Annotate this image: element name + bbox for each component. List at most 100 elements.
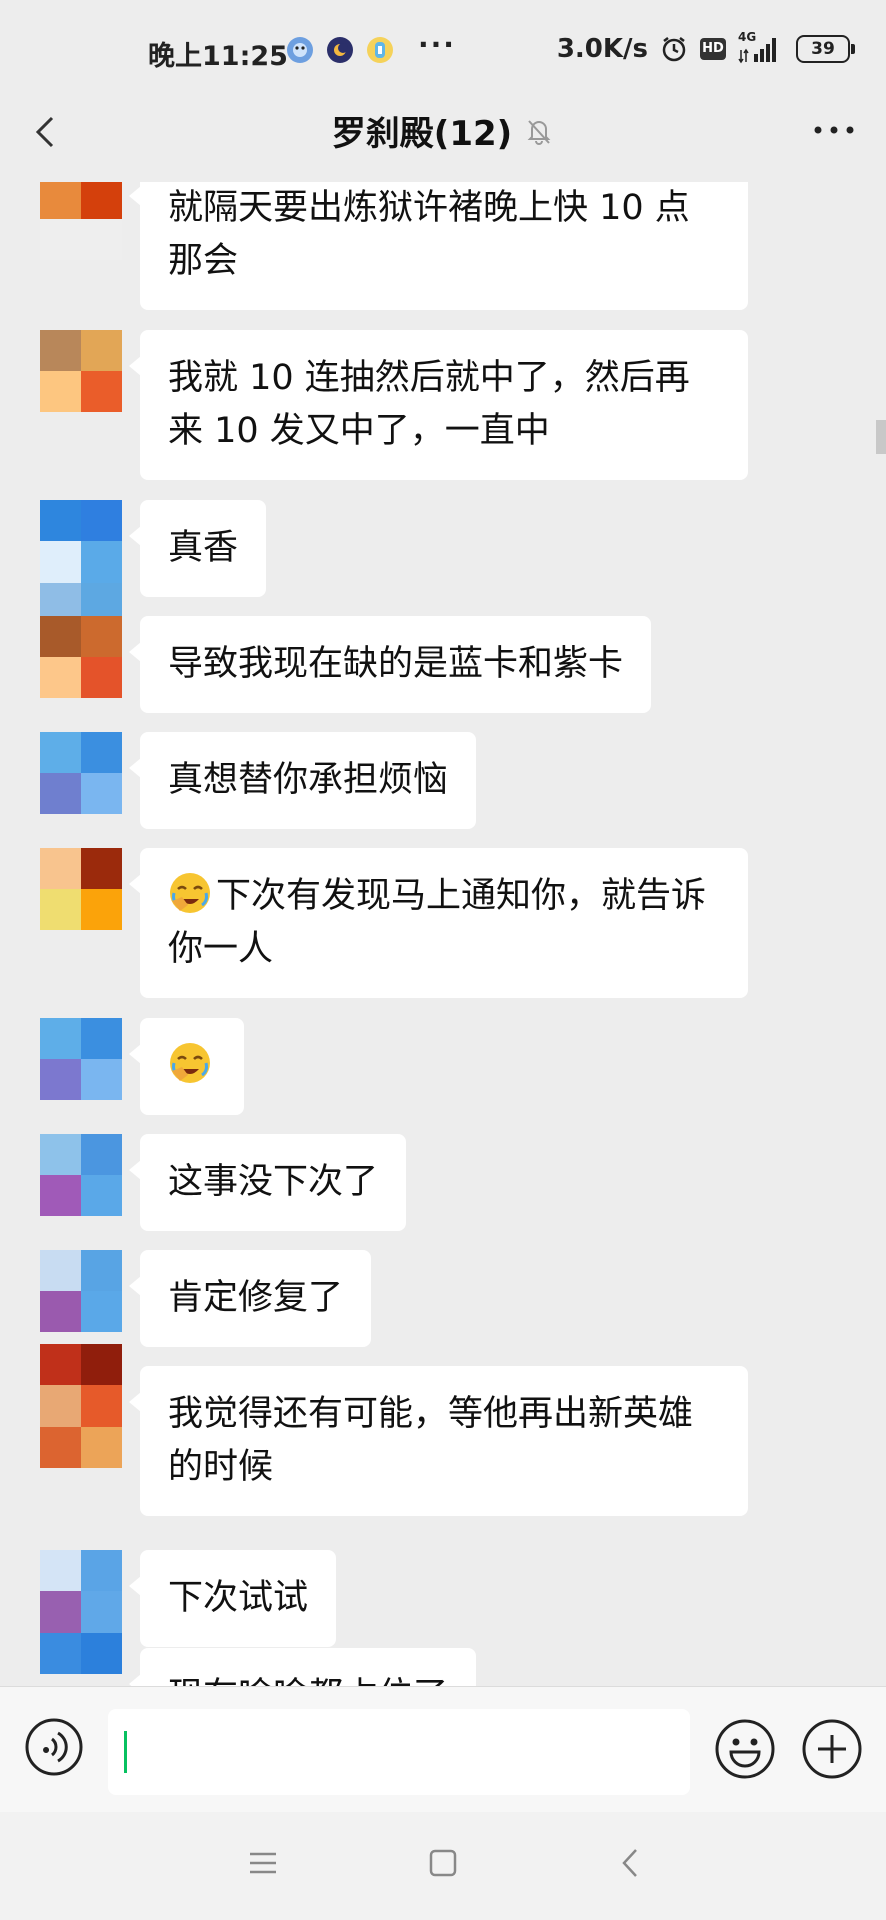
avatar-tile — [40, 1550, 81, 1592]
text-cursor — [124, 1731, 127, 1773]
avatar-tile — [40, 1426, 81, 1468]
avatar[interactable] — [40, 616, 122, 698]
avatar-tile — [81, 1591, 122, 1633]
network-speed: 3.0K/s — [556, 34, 648, 64]
message-text: 现在啥啥都占位了 — [168, 1676, 448, 1686]
avatar-tile — [40, 616, 81, 657]
avatar-tile — [40, 182, 81, 219]
avatar[interactable] — [40, 1018, 122, 1100]
avatar-tile — [81, 616, 122, 657]
avatar-tile — [81, 1550, 122, 1592]
avatar-tile — [81, 500, 122, 542]
game-app-icon — [367, 37, 393, 63]
avatar-tile — [81, 732, 122, 773]
message-text: 真想替你承担烦恼 — [168, 760, 449, 800]
message-bubble[interactable]: 导致我现在缺的是蓝卡和紫卡 — [128, 616, 652, 713]
avatar[interactable] — [40, 1550, 122, 1674]
avatar-tile — [81, 182, 122, 219]
avatar[interactable] — [40, 1250, 122, 1332]
avatar[interactable] — [40, 182, 122, 260]
message-bubble[interactable]: 现在啥啥都占位了 — [128, 1648, 477, 1686]
avatar-tile — [81, 1250, 122, 1291]
back-icon[interactable] — [616, 1846, 646, 1880]
system-navigation-bar — [0, 1812, 886, 1920]
message-bubble[interactable]: 肯定修复了 — [128, 1250, 372, 1347]
message-text: 肯定修复了 — [168, 1278, 344, 1318]
emoji-icon[interactable] — [713, 1717, 777, 1781]
avatar-tile — [40, 541, 81, 583]
avatar[interactable] — [40, 1344, 122, 1468]
chat-message-list[interactable]: 就隔天要出炼狱许褚晚上快 10 点那会 我就 10 连抽然后就中了，然后再来 1… — [0, 182, 886, 1686]
message-text: 这事没下次了 — [168, 1162, 379, 1202]
avatar-tile — [81, 219, 122, 260]
avatar-tile — [81, 1134, 122, 1175]
message-text: 下次试试 — [168, 1578, 309, 1618]
plus-icon[interactable] — [800, 1717, 864, 1781]
chat-header: 罗刹殿(12) — [0, 102, 886, 182]
avatar-tile — [40, 1175, 81, 1216]
avatar-tile — [40, 1385, 81, 1427]
avatar[interactable] — [40, 500, 122, 624]
avatar-tile — [81, 330, 122, 371]
avatar-tile — [81, 1175, 122, 1216]
message-bubble[interactable]: 就隔天要出炼狱许褚晚上快 10 点那会 — [129, 182, 748, 310]
avatar-tile — [81, 1059, 122, 1100]
chat-title-area: 罗刹殿(12) — [0, 106, 886, 155]
avatar-tile — [81, 1426, 122, 1468]
notification-icons — [286, 36, 394, 64]
avatar-tile — [81, 1291, 122, 1332]
alarm-icon — [662, 37, 686, 62]
message-input[interactable] — [108, 1709, 690, 1795]
avatar[interactable] — [40, 1134, 122, 1216]
avatar-tile — [81, 657, 122, 698]
message-text: 下次有发现马上通知你，就告诉你一人 — [168, 876, 707, 969]
avatar-tile — [40, 848, 81, 889]
avatar-tile — [81, 1385, 122, 1427]
message-bubble[interactable]: 我觉得还有可能，等他再出新英雄的时候 — [129, 1366, 748, 1516]
avatar-tile — [40, 657, 81, 698]
avatar-tile — [40, 1059, 81, 1100]
avatar-tile — [40, 330, 81, 371]
avatar-tile — [40, 1591, 81, 1633]
avatar-tile — [81, 371, 122, 412]
avatar-tile — [81, 541, 122, 583]
avatar-tile — [81, 889, 122, 930]
message-bubble[interactable]: 下次有发现马上通知你，就告诉你一人 — [129, 848, 748, 998]
moon-app-icon — [327, 37, 353, 63]
avatar[interactable] — [40, 848, 122, 930]
avatar-tile — [40, 371, 81, 412]
more-options-icon[interactable] — [812, 118, 856, 142]
avatar-tile — [40, 1632, 81, 1674]
avatar-tile — [40, 1134, 81, 1175]
avatar-tile — [40, 219, 81, 260]
avatar-tile — [40, 889, 81, 930]
avatar-tile — [40, 732, 81, 773]
message-bubble[interactable] — [129, 1018, 244, 1115]
message-text: 真香 — [168, 528, 239, 568]
avatar-tile — [40, 1018, 81, 1059]
message-bubble[interactable]: 这事没下次了 — [128, 1134, 407, 1231]
battery-indicator: 39 — [796, 35, 855, 63]
facepalm-emoji-icon — [170, 1043, 210, 1083]
avatar[interactable] — [40, 732, 122, 814]
avatar-tile — [81, 1632, 122, 1674]
avatar-tile — [40, 1250, 81, 1291]
avatar-tile — [40, 500, 81, 542]
message-bubble[interactable]: 下次试试 — [128, 1550, 337, 1647]
avatar[interactable] — [40, 330, 122, 412]
home-icon[interactable] — [428, 1848, 458, 1878]
message-bubble[interactable]: 我就 10 连抽然后就中了，然后再来 10 发又中了，一直中 — [129, 330, 748, 480]
menu-icon[interactable] — [248, 1850, 278, 1876]
bird-app-icon — [287, 37, 313, 63]
message-text: 我觉得还有可能，等他再出新英雄的时候 — [168, 1394, 694, 1487]
scrollbar[interactable] — [876, 420, 886, 454]
hd-badge: HD — [700, 38, 726, 60]
message-text: 就隔天要出炼狱许褚晚上快 10 点那会 — [168, 188, 690, 281]
facepalm-emoji-icon — [170, 873, 210, 913]
avatar-tile — [40, 1291, 81, 1332]
message-bubble[interactable]: 真想替你承担烦恼 — [128, 732, 477, 829]
avatar-tile — [81, 1018, 122, 1059]
status-time: 晚上11:25 — [148, 41, 288, 72]
voice-input-icon[interactable] — [24, 1717, 84, 1777]
message-bubble[interactable]: 真香 — [128, 500, 267, 597]
